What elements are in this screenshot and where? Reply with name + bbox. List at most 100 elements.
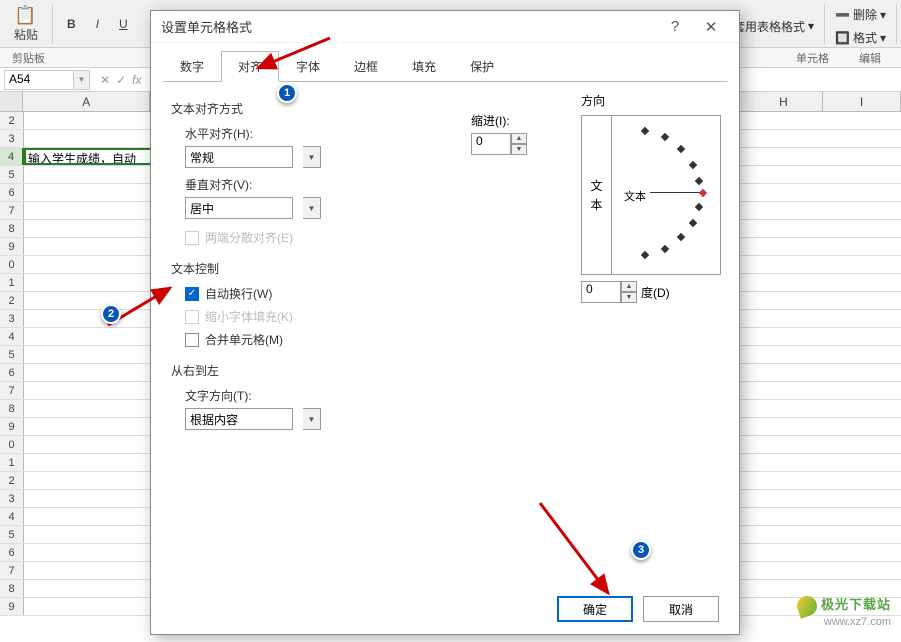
underline-button[interactable]: U [113, 15, 134, 33]
tab-fill[interactable]: 填充 [395, 51, 453, 82]
degree-input[interactable]: 0 [581, 281, 621, 303]
row-header[interactable]: 9 [0, 418, 24, 435]
cell[interactable] [24, 130, 154, 147]
row-header[interactable]: 8 [0, 580, 24, 597]
orientation-widget[interactable]: 文 本 文本 [581, 115, 721, 275]
v-align-combo[interactable]: 居中 [185, 197, 293, 219]
fx-icon[interactable]: fx [132, 73, 141, 87]
accept-formula-icon[interactable]: ✓ [116, 73, 126, 87]
paste-button[interactable]: 📋 粘贴 [8, 3, 44, 45]
col-header-A[interactable]: A [23, 92, 150, 111]
row-header[interactable]: 9 [0, 238, 24, 255]
cell[interactable] [24, 238, 154, 255]
indent-down-icon[interactable]: ▼ [511, 144, 527, 155]
cell[interactable] [24, 580, 154, 597]
row-header[interactable]: 2 [0, 292, 24, 309]
wrap-text-checkbox[interactable]: ✓ [185, 287, 199, 301]
cell[interactable] [24, 382, 154, 399]
cell[interactable] [24, 310, 154, 327]
row-header[interactable]: 1 [0, 454, 24, 471]
cell[interactable] [24, 184, 154, 201]
cell[interactable] [24, 346, 154, 363]
tab-protection[interactable]: 保护 [453, 51, 511, 82]
cell[interactable] [24, 256, 154, 273]
cell[interactable] [24, 436, 154, 453]
name-box-dropdown[interactable]: ▼ [74, 70, 90, 90]
indent-input[interactable]: 0 [471, 133, 511, 155]
row-header[interactable]: 5 [0, 346, 24, 363]
ok-button[interactable]: 确定 [557, 596, 633, 622]
cell[interactable] [24, 508, 154, 525]
cell[interactable] [24, 454, 154, 471]
bold-button[interactable]: B [61, 15, 82, 33]
name-box[interactable]: A54 [4, 70, 74, 90]
row-header[interactable]: 3 [0, 490, 24, 507]
col-header-H[interactable]: H [745, 92, 823, 111]
cell[interactable] [24, 220, 154, 237]
cell[interactable] [24, 292, 154, 309]
select-all-corner[interactable] [0, 92, 23, 111]
row-header[interactable]: 0 [0, 436, 24, 453]
row-header[interactable]: 8 [0, 400, 24, 417]
cell[interactable] [24, 328, 154, 345]
row-header[interactable]: 6 [0, 364, 24, 381]
h-align-combo[interactable]: 常规 [185, 146, 293, 168]
row-header[interactable]: 2 [0, 112, 24, 129]
cell-selected[interactable]: 输入学生成绩，自动 [24, 148, 154, 165]
cell[interactable] [24, 472, 154, 489]
text-direction-combo[interactable]: 根据内容 [185, 408, 293, 430]
delete-button[interactable]: ➖ 删除 ▾ [829, 4, 892, 25]
row-header[interactable]: 0 [0, 256, 24, 273]
cell[interactable] [24, 418, 154, 435]
cell[interactable] [24, 400, 154, 417]
h-align-label: 水平对齐(H): [185, 125, 275, 142]
cell[interactable] [24, 274, 154, 291]
row-header[interactable]: 8 [0, 220, 24, 237]
row-header[interactable]: 6 [0, 184, 24, 201]
cell[interactable] [24, 166, 154, 183]
tab-border[interactable]: 边框 [337, 51, 395, 82]
cell[interactable] [24, 112, 154, 129]
row-header[interactable]: 7 [0, 202, 24, 219]
cell[interactable] [24, 544, 154, 561]
row-header[interactable]: 4 [0, 148, 24, 165]
tab-number[interactable]: 数字 [163, 51, 221, 82]
v-align-dropdown-icon[interactable]: ▼ [303, 197, 321, 219]
cell[interactable] [24, 202, 154, 219]
row-header[interactable]: 1 [0, 274, 24, 291]
tab-alignment[interactable]: 对齐 [221, 51, 279, 82]
merge-cells-checkbox[interactable] [185, 333, 199, 347]
row-header[interactable]: 4 [0, 328, 24, 345]
h-align-dropdown-icon[interactable]: ▼ [303, 146, 321, 168]
degree-down-icon[interactable]: ▼ [621, 292, 637, 303]
format-button[interactable]: 🔲 格式 ▾ [829, 27, 892, 48]
cell[interactable] [24, 562, 154, 579]
italic-button[interactable]: I [90, 15, 105, 33]
row-header[interactable]: 5 [0, 526, 24, 543]
close-button[interactable]: ✕ [693, 13, 729, 41]
cancel-formula-icon[interactable]: ✕ [100, 73, 110, 87]
degree-up-icon[interactable]: ▲ [621, 281, 637, 292]
indent-up-icon[interactable]: ▲ [511, 133, 527, 144]
col-header-I[interactable]: I [823, 92, 901, 111]
cancel-button[interactable]: 取消 [643, 596, 719, 622]
row-header[interactable]: 2 [0, 472, 24, 489]
cell[interactable] [24, 490, 154, 507]
cell[interactable] [24, 526, 154, 543]
callout-marker-2: 2 [101, 304, 121, 324]
cell[interactable] [24, 598, 154, 615]
row-header[interactable]: 4 [0, 508, 24, 525]
help-button[interactable]: ? [657, 13, 693, 41]
row-header[interactable]: 6 [0, 544, 24, 561]
row-header[interactable]: 7 [0, 382, 24, 399]
row-header[interactable]: 3 [0, 310, 24, 327]
row-header[interactable]: 7 [0, 562, 24, 579]
row-header[interactable]: 9 [0, 598, 24, 615]
text-direction-dropdown-icon[interactable]: ▼ [303, 408, 321, 430]
cell[interactable] [24, 364, 154, 381]
tab-font[interactable]: 字体 [279, 51, 337, 82]
row-header[interactable]: 5 [0, 166, 24, 183]
vertical-text-button[interactable]: 文 本 [582, 116, 612, 274]
row-header[interactable]: 3 [0, 130, 24, 147]
orientation-arc[interactable]: 文本 [612, 116, 720, 274]
